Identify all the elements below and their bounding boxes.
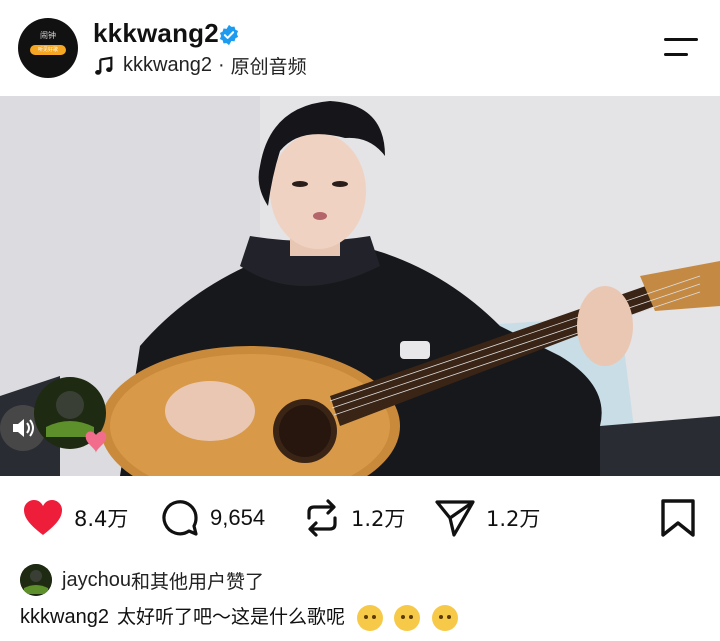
caption-username[interactable]: kkkwang2	[20, 606, 109, 628]
music-note-icon	[95, 55, 113, 75]
menu-line-bottom	[664, 53, 688, 56]
post-header: 闹钟 听见好歌 kkkwang2 kkkwang2 · 原创音频	[0, 0, 720, 96]
bookmark-icon[interactable]	[660, 498, 696, 538]
share-button[interactable]: 1.2万	[434, 498, 540, 538]
audio-attribution[interactable]: kkkwang2 · 原创音频	[93, 52, 307, 79]
send-icon	[435, 500, 475, 537]
like-button[interactable]: 8.4万	[22, 498, 128, 538]
liked-by-row[interactable]: jaychou 和其他用户赞了	[20, 563, 264, 597]
audio-separator: ·	[217, 54, 225, 76]
monocle-face-emoji	[356, 604, 383, 631]
avatar-label: 闹钟	[40, 31, 56, 40]
caption-text: 太好听了吧～这是什么歌呢	[116, 606, 345, 628]
verified-badge-icon	[219, 24, 239, 46]
liker-username[interactable]: jaychou	[62, 569, 131, 592]
comment-button[interactable]: 9,654	[160, 498, 265, 538]
liked-by-text: 和其他用户赞了	[130, 570, 264, 593]
hand-over-mouth-emoji	[431, 604, 458, 631]
audio-type: 原创音频	[230, 56, 307, 78]
avatar-pill-text: 听见好歌	[37, 47, 58, 53]
like-count: 8.4万	[74, 507, 129, 531]
post-caption: kkkwang2 太好听了吧～这是什么歌呢	[20, 602, 458, 631]
repost-icon	[307, 499, 337, 537]
heart-icon	[24, 500, 62, 535]
comment-icon	[162, 500, 198, 536]
action-bar: 8.4万 9,654 1.2万 1.2万	[0, 476, 720, 560]
menu-icon[interactable]	[660, 36, 700, 60]
share-count: 1.2万	[486, 507, 541, 531]
music-sticker[interactable]	[32, 375, 114, 457]
author-avatar[interactable]: 闹钟 听见好歌	[18, 18, 78, 78]
liker-avatar[interactable]	[20, 564, 52, 596]
menu-line-top	[664, 38, 698, 41]
avatar-pill: 听见好歌	[30, 45, 66, 55]
repost-button[interactable]: 1.2万	[303, 498, 405, 538]
author-username[interactable]: kkkwang2	[93, 18, 219, 49]
comment-count: 9,654	[210, 505, 266, 530]
audio-username: kkkwang2	[123, 54, 212, 76]
hand-over-mouth-emoji	[394, 604, 421, 631]
repost-count: 1.2万	[351, 507, 406, 531]
